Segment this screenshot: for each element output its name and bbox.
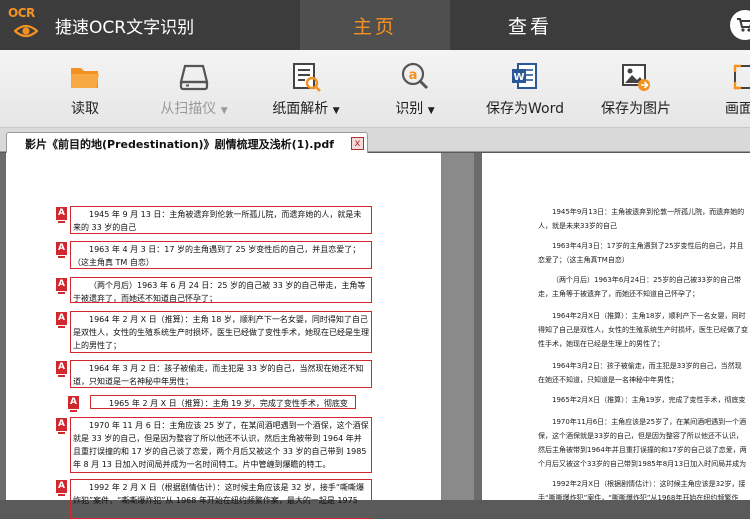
recognized-paragraph: （两个月后）1963年6月24日：25岁的自己被33岁的自己带走，主角等于被遗弃… bbox=[538, 276, 741, 298]
svg-text:W: W bbox=[513, 72, 524, 83]
open-button[interactable]: 读取 bbox=[60, 50, 110, 128]
recognition-region-tag[interactable]: A bbox=[56, 312, 67, 328]
cart-icon bbox=[737, 18, 750, 32]
save-image-button[interactable]: 保存为图片 bbox=[598, 50, 674, 128]
recognized-paragraph: 1964年3月2日：孩子被偷走，而主犯是33岁的自己，当然现在她还不知道，只知道… bbox=[538, 362, 742, 384]
recognized-paragraph: 1963年4月3日：17岁的主角遇到了25岁变性后的自己，并且恋爱了；（这主角真… bbox=[538, 242, 744, 264]
source-page-view[interactable]: A 1945 年 9 月 13 日：主角被遗弃到伦敦一所孤儿院，而遗弃她的人，就是… bbox=[6, 153, 442, 519]
folder-icon bbox=[71, 68, 99, 88]
document-tab-label: 影片《前目的地(Predestination)》剧情梳理及浅析(1).pdf bbox=[25, 138, 335, 151]
document-tab[interactable]: 影片《前目的地(Predestination)》剧情梳理及浅析(1).pdf x bbox=[6, 132, 368, 153]
recognition-region[interactable]: 1970 年 11 月 6 日：主角应该 25 岁了，在某间酒吧遇到一个酒保，这… bbox=[70, 417, 372, 473]
document-tab-strip: 影片《前目的地(Predestination)》剧情梳理及浅析(1).pdf x bbox=[0, 128, 750, 153]
tab-home[interactable]: 主页 bbox=[300, 0, 450, 50]
close-tab-button[interactable]: x bbox=[351, 137, 364, 150]
recognized-paragraph: 1964年2月X日（推算）：主角18岁，顺利产下一名女婴，同时得知了自己是双性人… bbox=[538, 312, 748, 348]
recognition-region-tag[interactable]: A bbox=[56, 480, 67, 496]
eye-icon bbox=[14, 24, 38, 38]
recognition-region[interactable]: 1992 年 2 月 X 日（根据剧情估计）：这时候主角应该是 32 岁，接手“… bbox=[70, 479, 372, 519]
page-analyze-label: 纸面解析 bbox=[272, 101, 329, 117]
fit-view-icon bbox=[733, 64, 750, 90]
recognition-region-tag[interactable]: A bbox=[56, 278, 67, 294]
page-analyze-icon bbox=[293, 63, 321, 92]
cart-button[interactable] bbox=[730, 10, 750, 40]
recognize-icon: a bbox=[401, 62, 429, 90]
workspace: A 1945 年 9 月 13 日：主角被遗弃到伦敦一所孤儿院，而遗弃她的人，就是… bbox=[0, 153, 750, 519]
result-page-view[interactable]: 1945年9月13日：主角被遗弃到伦敦一所孤儿院，而遗弃她的人，就是未来33岁的… bbox=[482, 153, 750, 500]
recognition-region[interactable]: 1945 年 9 月 13 日：主角被遗弃到伦敦一所孤儿院，而遗弃她的人，就是未… bbox=[70, 206, 372, 234]
save-image-label: 保存为图片 bbox=[601, 101, 671, 117]
chevron-down-icon: ▼ bbox=[220, 106, 228, 116]
save-word-button[interactable]: W 保存为Word bbox=[482, 50, 568, 128]
recognized-paragraph: 1992年2月X日（根据剧情估计）：这时候主角应该是32岁，接手“嘶嘶爆炸犯”案… bbox=[538, 480, 746, 500]
scanner-icon bbox=[179, 64, 209, 91]
fit-view-label: 画面适 bbox=[725, 101, 750, 117]
page-analyze-button[interactable]: 纸面解析 ▼ bbox=[268, 50, 344, 128]
save-word-label: 保存为Word bbox=[486, 101, 564, 117]
app-title: 捷速OCR文字识别 bbox=[55, 18, 195, 38]
scanner-button[interactable]: 从扫描仪 ▼ bbox=[152, 50, 236, 128]
save-image-icon bbox=[622, 64, 650, 91]
recognition-region[interactable]: 1964 年 2 月 X 日（推算）：主角 18 岁，顺利产下一名女婴，同时得知… bbox=[70, 311, 372, 353]
recognition-region[interactable]: 1965 年 2 月 X 日（推算）：主角 19 岁，完成了变性手术，彻底变成男… bbox=[90, 395, 356, 409]
recognition-region-tag[interactable]: A bbox=[68, 396, 79, 412]
recognition-region[interactable]: 1964 年 3 月 2 日：孩子被偷走，而主犯是 33 岁的自己，当然现在她还… bbox=[70, 360, 372, 388]
tab-view[interactable]: 查看 bbox=[455, 0, 605, 50]
recognized-paragraph: 1945年9月13日：主角被遗弃到伦敦一所孤儿院，而遗弃她的人，就是未来33岁的… bbox=[538, 208, 745, 230]
svg-text:a: a bbox=[409, 68, 418, 83]
recognition-region[interactable]: （两个月后）1963 年 6 月 24 日：25 岁的自己被 33 岁的自己带走… bbox=[70, 277, 372, 303]
recognition-region-tag[interactable]: A bbox=[56, 242, 67, 258]
page-divider bbox=[442, 153, 474, 500]
app-logo: OCR bbox=[8, 6, 44, 46]
ribbon-toolbar: 读取 从扫描仪 ▼ 纸面解析 ▼ a 识别 ▼ W 保存为Word 保存为图片 … bbox=[0, 50, 750, 128]
word-icon: W bbox=[512, 63, 537, 89]
scanner-label: 从扫描仪 bbox=[160, 101, 217, 117]
fit-view-button[interactable]: 画面适 bbox=[716, 50, 750, 128]
recognize-button[interactable]: a 识别 ▼ bbox=[392, 50, 438, 128]
recognized-paragraph: 1970年11月6日：主角应该是25岁了，在某间酒吧遇到一个酒保，这个酒保就是3… bbox=[538, 418, 747, 468]
title-bar: OCR 捷速OCR文字识别 主页 查看 bbox=[0, 0, 750, 50]
recognition-region[interactable]: 1963 年 4 月 3 日：17 岁的主角遇到了 25 岁变性后的自己，并且恋… bbox=[70, 241, 372, 269]
logo-text: OCR bbox=[8, 6, 35, 20]
open-label: 读取 bbox=[71, 101, 99, 117]
chevron-down-icon: ▼ bbox=[332, 106, 340, 116]
recognized-paragraph: 1965年2月X日（推算）：主角19岁，完成了变性手术，彻底变成男人； bbox=[552, 396, 746, 404]
recognition-region-tag[interactable]: A bbox=[56, 361, 67, 377]
recognition-region-tag[interactable]: A bbox=[56, 418, 67, 434]
recognition-region-tag[interactable]: A bbox=[56, 207, 67, 223]
recognize-label: 识别 bbox=[395, 101, 424, 117]
chevron-down-icon: ▼ bbox=[427, 106, 435, 116]
